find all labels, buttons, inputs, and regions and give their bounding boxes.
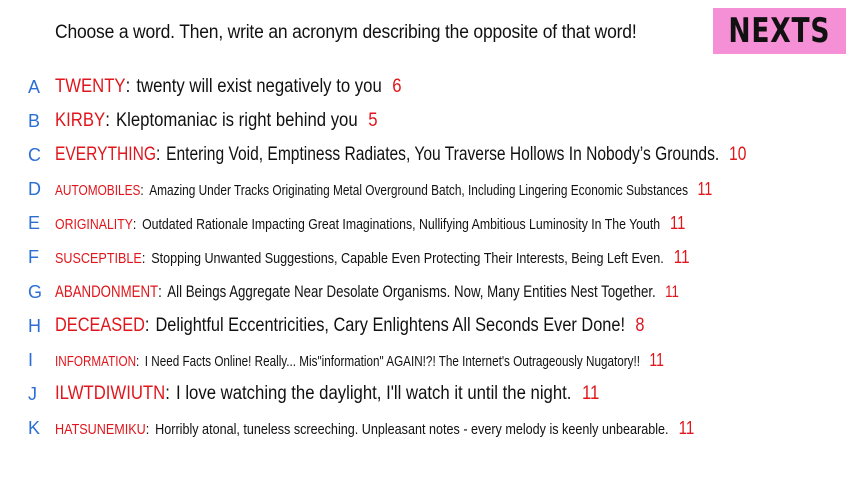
- row-word: TWENTY: [55, 76, 126, 97]
- row-count: 11: [697, 178, 713, 199]
- list-item: E ORIGINALITY: Outdated Rationale Impact…: [28, 212, 686, 233]
- row-word: AUTOMOBILES: [55, 181, 141, 199]
- row-word: ORIGINALITY: [55, 215, 133, 233]
- row-acronym: All Beings Aggregate Near Desolate Organ…: [167, 282, 656, 301]
- row-word: DECEASED: [55, 315, 145, 336]
- row-count: 11: [678, 417, 695, 438]
- row-word: ABANDONMENT: [55, 282, 159, 301]
- list-item: I INFORMATION: I Need Facts Online! Real…: [28, 349, 664, 370]
- row-word: ILWTDIWIUTN: [55, 383, 166, 404]
- row-acronym: I Need Facts Online! Really... Mis"infor…: [144, 352, 640, 370]
- logo-text: NEXTS: [728, 11, 831, 51]
- row-letter: K: [28, 417, 41, 438]
- row-letter: A: [28, 76, 41, 97]
- row-count: 5: [368, 110, 378, 131]
- nexts-logo: NEXTS: [713, 8, 846, 54]
- list-item: F SUSCEPTIBLE: Stopping Unwanted Suggest…: [28, 246, 690, 267]
- row-letter: B: [28, 110, 41, 131]
- list-item: A TWENTY: twenty will exist negatively t…: [28, 76, 402, 97]
- row-acronym: Amazing Under Tracks Originating Metal O…: [149, 181, 689, 199]
- row-word: KIRBY: [55, 110, 106, 131]
- row-acronym: Kleptomaniac is right behind you: [115, 110, 358, 131]
- list-item: J ILWTDIWIUTN: I love watching the dayli…: [28, 383, 600, 404]
- row-word: EVERYTHING: [55, 144, 157, 165]
- row-letter: I: [28, 349, 34, 370]
- row-acronym: twenty will exist negatively to you: [136, 76, 382, 97]
- row-count: 6: [392, 76, 402, 97]
- row-count: 11: [669, 212, 686, 233]
- row-count: 11: [649, 349, 664, 370]
- row-word: INFORMATION: [55, 352, 137, 370]
- list-item: G ABANDONMENT: All Beings Aggregate Near…: [28, 281, 679, 302]
- row-count: 11: [581, 383, 600, 404]
- row-count: 8: [635, 315, 645, 336]
- row-acronym: Stopping Unwanted Suggestions, Capable E…: [151, 249, 664, 267]
- row-acronym: Horribly atonal, tuneless screeching. Un…: [155, 420, 669, 438]
- row-count: 11: [673, 246, 690, 267]
- row-acronym: Entering Void, Emptiness Radiates, You T…: [166, 144, 720, 165]
- row-acronym: Delightful Eccentricities, Cary Enlighte…: [155, 315, 626, 336]
- row-count: 10: [729, 144, 747, 165]
- row-acronym: Outdated Rationale Impacting Great Imagi…: [142, 215, 661, 233]
- row-word: HATSUNEMIKU: [55, 420, 146, 438]
- row-letter: J: [28, 383, 37, 404]
- list-item: C EVERYTHING: Entering Void, Emptiness R…: [28, 144, 747, 165]
- list-item: K HATSUNEMIKU: Horribly atonal, tuneless…: [28, 417, 695, 438]
- list-item: H DECEASED: Delightful Eccentricities, C…: [28, 315, 645, 336]
- row-count: 11: [665, 282, 679, 301]
- row-word: SUSCEPTIBLE: [55, 249, 142, 267]
- prompt-text: Choose a word. Then, write an acronym de…: [55, 22, 637, 43]
- row-letter: G: [28, 281, 43, 302]
- row-letter: D: [28, 178, 41, 199]
- row-letter: E: [28, 212, 41, 233]
- row-letter: F: [28, 246, 39, 267]
- row-letter: H: [28, 315, 41, 336]
- row-acronym: I love watching the daylight, I'll watch…: [176, 383, 572, 404]
- list-item: D AUTOMOBILES: Amazing Under Tracks Orig…: [28, 178, 713, 199]
- row-letter: C: [28, 144, 41, 165]
- list-item: B KIRBY: Kleptomaniac is right behind yo…: [28, 110, 378, 131]
